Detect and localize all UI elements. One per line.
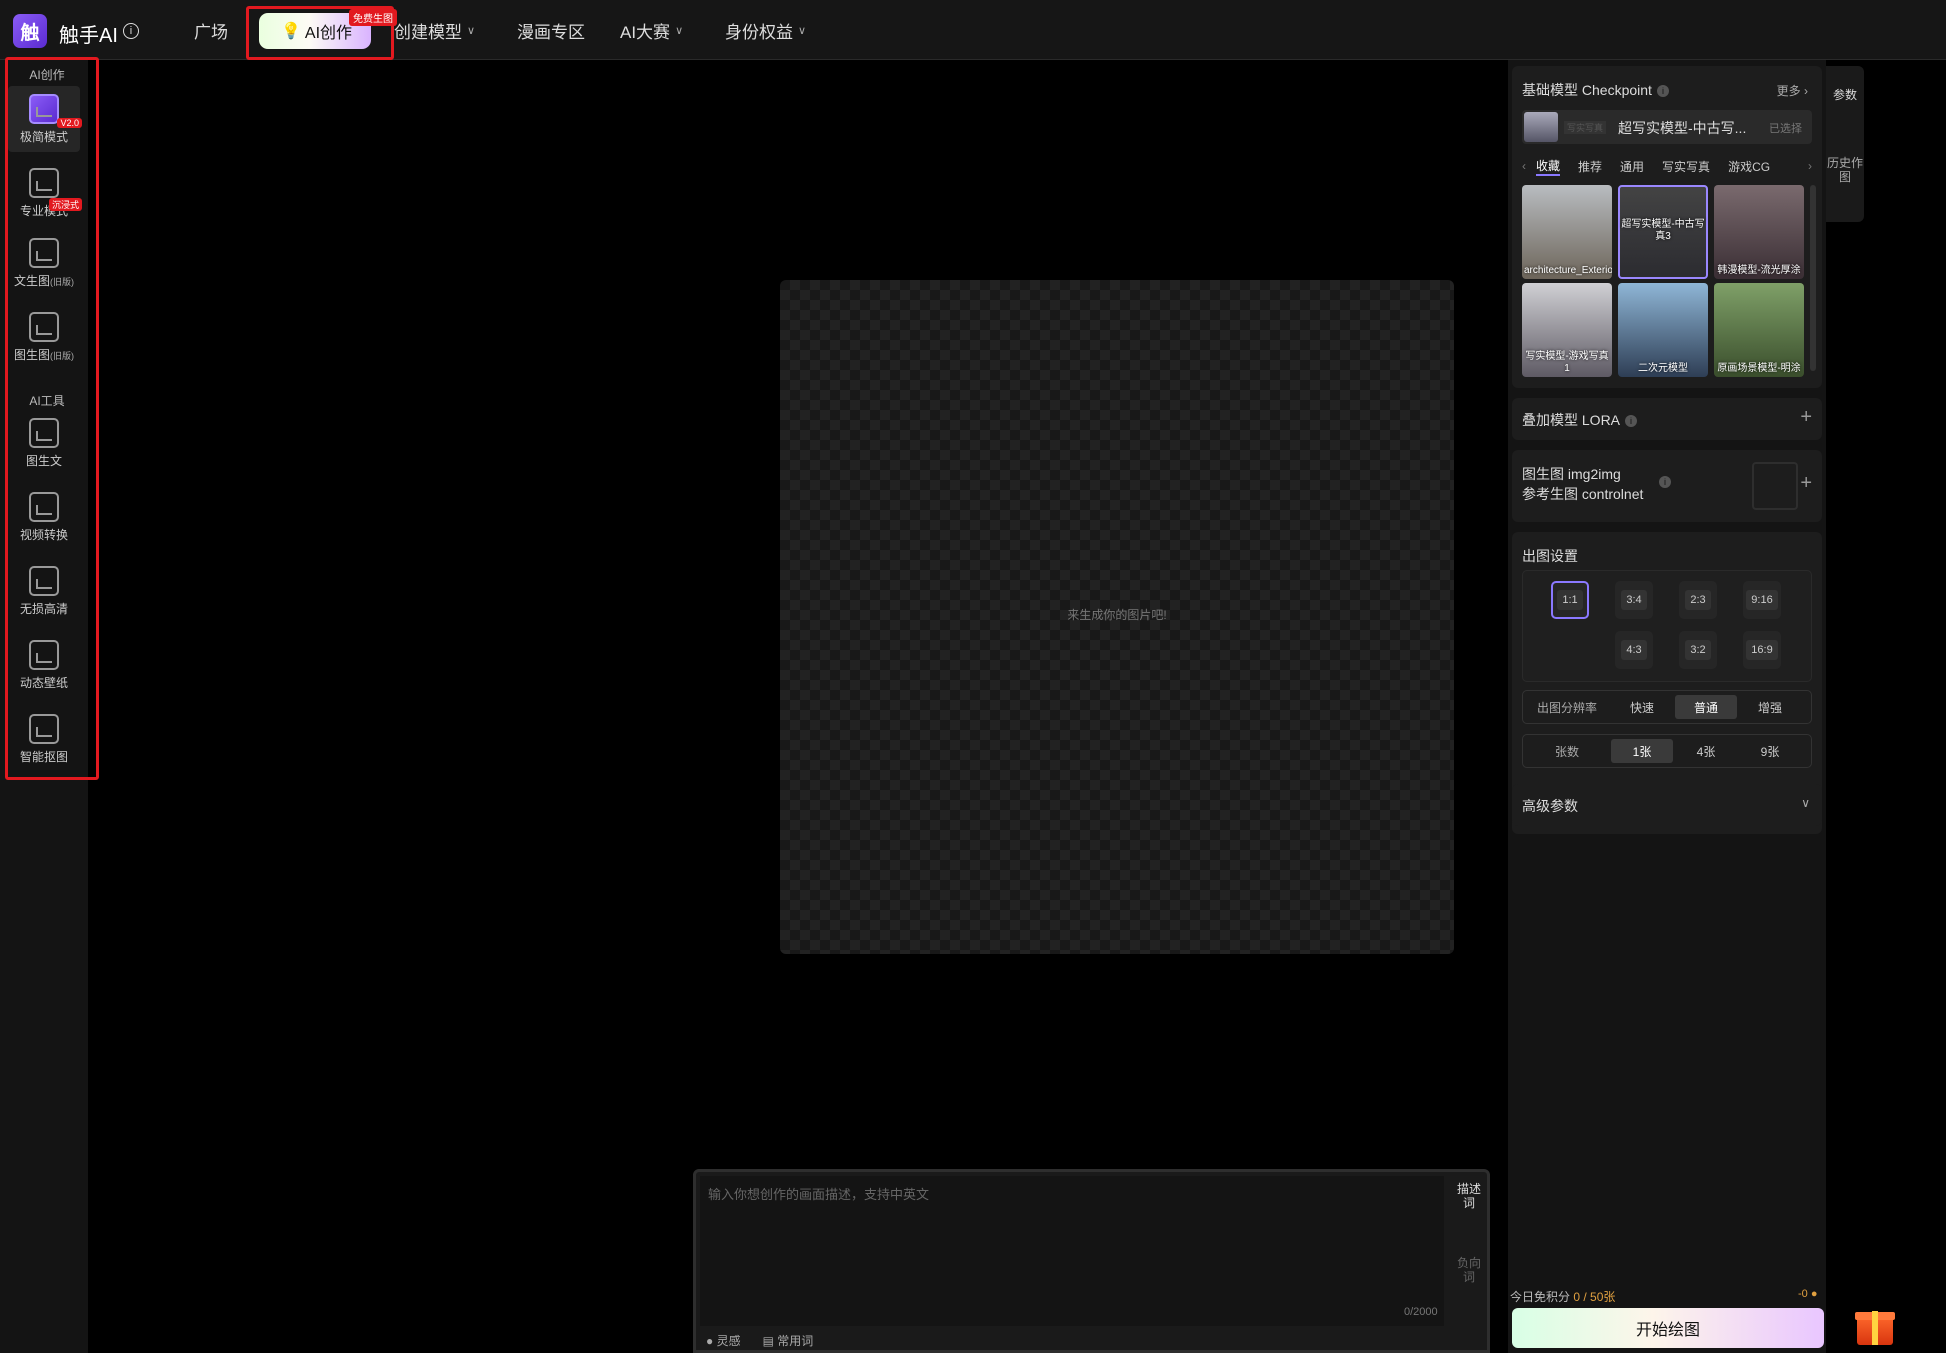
resolution-normal[interactable]: 普通 [1675, 695, 1737, 719]
nav-membership[interactable]: 身份权益 ∨ [725, 0, 806, 60]
model-name: 超写实模型-中古写... [1618, 120, 1747, 136]
tab-game-cg[interactable]: 游戏CG [1728, 158, 1770, 175]
prompt-footer: ● 灵感 ▤ 常用词 [700, 1328, 1486, 1352]
ratio-grid: 1:1 3:4 2:3 9:16 4:3 3:2 16:9 [1522, 570, 1812, 682]
output-settings-title: 出图设置 [1522, 548, 1578, 564]
selected-model[interactable]: 写实写真 超写实模型-中古写... 已选择 [1522, 110, 1812, 144]
checkpoint-title: 基础模型 Checkpoint [1522, 82, 1652, 98]
ratio-1-1[interactable]: 1:1 [1551, 581, 1589, 619]
img2img-title: 图生图 img2img [1522, 466, 1621, 482]
model-card[interactable]: 写实模型-游戏写真1 [1522, 283, 1612, 377]
top-bar: 触 触手AI i 广场 💡 AI创作 免费生图 创建模型 ∨ 漫画专区 AI大赛 ∨ … [0, 0, 1946, 60]
model-grid: architecture_Exterior 超写实模型-中古写真3 韩漫模型-流… [1522, 185, 1816, 377]
resolution-fast[interactable]: 快速 [1611, 695, 1673, 719]
nav-create-model[interactable]: 创建模型 ∨ [394, 0, 475, 60]
ratio-9-16[interactable]: 9:16 [1743, 581, 1781, 619]
chevron-down-icon: ∨ [798, 24, 807, 37]
app-logo[interactable]: 触 [13, 14, 47, 48]
bulb-icon: ● [706, 1333, 717, 1348]
help-icon[interactable]: i [1659, 476, 1671, 488]
model-card[interactable]: 原画场景模型-明涂 [1714, 283, 1804, 377]
resolution-label: 出图分辨率 [1536, 700, 1597, 715]
image-canvas: 来生成你的图片吧! [780, 280, 1454, 954]
nav-comic[interactable]: 漫画专区 [517, 0, 585, 60]
tab-describe[interactable]: 描述词 [1454, 1182, 1484, 1242]
highlight-frame-sidebar [5, 57, 99, 780]
nav-contest[interactable]: AI大赛 ∨ [620, 0, 683, 60]
image-placeholder-icon [1752, 462, 1798, 510]
gift-icon[interactable] [1855, 1303, 1895, 1345]
more-models-link[interactable]: 更多 › [1777, 82, 1808, 99]
points-cost: -0 ● [1798, 1288, 1818, 1300]
controlnet-title: 参考生图 controlnet [1522, 486, 1644, 502]
grid-scrollbar[interactable] [1810, 185, 1816, 371]
add-lora-icon[interactable]: + [1800, 406, 1812, 429]
add-reference-icon[interactable]: + [1800, 472, 1812, 495]
bulb-icon: 💡 [281, 23, 301, 40]
chevron-right-icon[interactable]: › [1808, 159, 1812, 173]
count-row: 张数 1张 4张 9张 [1522, 734, 1812, 768]
tab-realistic[interactable]: 写实写真 [1662, 158, 1710, 175]
count-4[interactable]: 4张 [1675, 739, 1737, 763]
chevron-right-icon: › [1804, 84, 1808, 98]
right-panel: 基础模型 Checkpoint i 更多 › 写实写真 超写实模型-中古写... … [1508, 60, 1826, 1353]
coin-icon: ● [1807, 1288, 1818, 1300]
model-card[interactable]: 二次元模型 [1618, 283, 1708, 377]
tab-recommended[interactable]: 推荐 [1578, 158, 1602, 175]
lora-card[interactable]: 叠加模型 LORA i + [1512, 398, 1822, 440]
img2img-card[interactable]: 图生图 img2img 参考生图 controlnet i + [1512, 450, 1822, 522]
count-9[interactable]: 9张 [1739, 739, 1801, 763]
help-icon[interactable]: i [1625, 415, 1638, 428]
tab-general[interactable]: 通用 [1620, 158, 1644, 175]
ratio-16-9[interactable]: 16:9 [1743, 631, 1781, 669]
advanced-params-card[interactable]: 高级参数 ∨ [1512, 784, 1822, 826]
selected-state: 已选择 [1769, 123, 1802, 135]
ratio-3-2[interactable]: 3:2 [1679, 631, 1717, 669]
tab-negative[interactable]: 负向词 [1454, 1256, 1484, 1316]
info-icon[interactable]: i [123, 23, 139, 39]
count-label: 张数 [1554, 744, 1579, 759]
prompt-input[interactable] [700, 1176, 1444, 1326]
right-vertical-tabs: 参数 历史作图 [1826, 66, 1864, 222]
start-drawing-button[interactable]: 开始绘图 [1512, 1308, 1824, 1348]
advanced-title: 高级参数 [1522, 798, 1578, 814]
chevron-down-icon: ∨ [467, 24, 476, 37]
model-card[interactable]: 韩漫模型-流光厚涂 [1714, 185, 1804, 279]
brand-name[interactable]: 触手AI [59, 19, 118, 48]
free-quota: 今日免积分 0 / 50张 [1510, 1290, 1616, 1304]
model-thumbnail [1524, 112, 1558, 142]
lora-title: 叠加模型 LORA [1522, 412, 1621, 428]
model-category-tabs: ‹ 收藏 推荐 通用 写实写真 游戏CG › [1522, 154, 1812, 178]
model-card[interactable]: architecture_Exterior [1522, 185, 1612, 279]
ratio-3-4[interactable]: 3:4 [1615, 581, 1653, 619]
book-icon: ▤ [762, 1333, 778, 1348]
tab-favorites[interactable]: 收藏 [1536, 157, 1561, 176]
model-tag: 写实写真 [1564, 121, 1607, 134]
prompt-panel: 0/2000 描述词 负向词 ● 灵感 ▤ 常用词 [693, 1169, 1490, 1353]
tab-params[interactable]: 参数 [1826, 88, 1864, 102]
model-card[interactable]: 超写实模型-中古写真3 [1618, 185, 1708, 279]
ratio-4-3[interactable]: 4:3 [1615, 631, 1653, 669]
canvas-hint: 来生成你的图片吧! [1067, 608, 1167, 622]
chevron-left-icon[interactable]: ‹ [1522, 159, 1526, 173]
resolution-enhanced[interactable]: 增强 [1739, 695, 1801, 719]
nav-plaza[interactable]: 广场 [194, 0, 228, 60]
common-words-button[interactable]: ▤ 常用词 [763, 1332, 814, 1349]
free-badge: 免费生图 [349, 9, 397, 26]
count-1[interactable]: 1张 [1611, 739, 1673, 763]
help-icon[interactable]: i [1656, 85, 1669, 98]
chevron-down-icon: ∨ [675, 24, 684, 37]
resolution-row: 出图分辨率 快速 普通 增强 [1522, 690, 1812, 724]
chevron-down-icon: ∨ [1801, 796, 1810, 810]
tab-history[interactable]: 历史作图 [1826, 156, 1864, 184]
inspiration-button[interactable]: ● 灵感 [706, 1332, 741, 1349]
checkpoint-card: 基础模型 Checkpoint i 更多 › 写实写真 超写实模型-中古写... … [1512, 66, 1822, 388]
ratio-2-3[interactable]: 2:3 [1679, 581, 1717, 619]
char-counter: 0/2000 [1404, 1306, 1438, 1318]
